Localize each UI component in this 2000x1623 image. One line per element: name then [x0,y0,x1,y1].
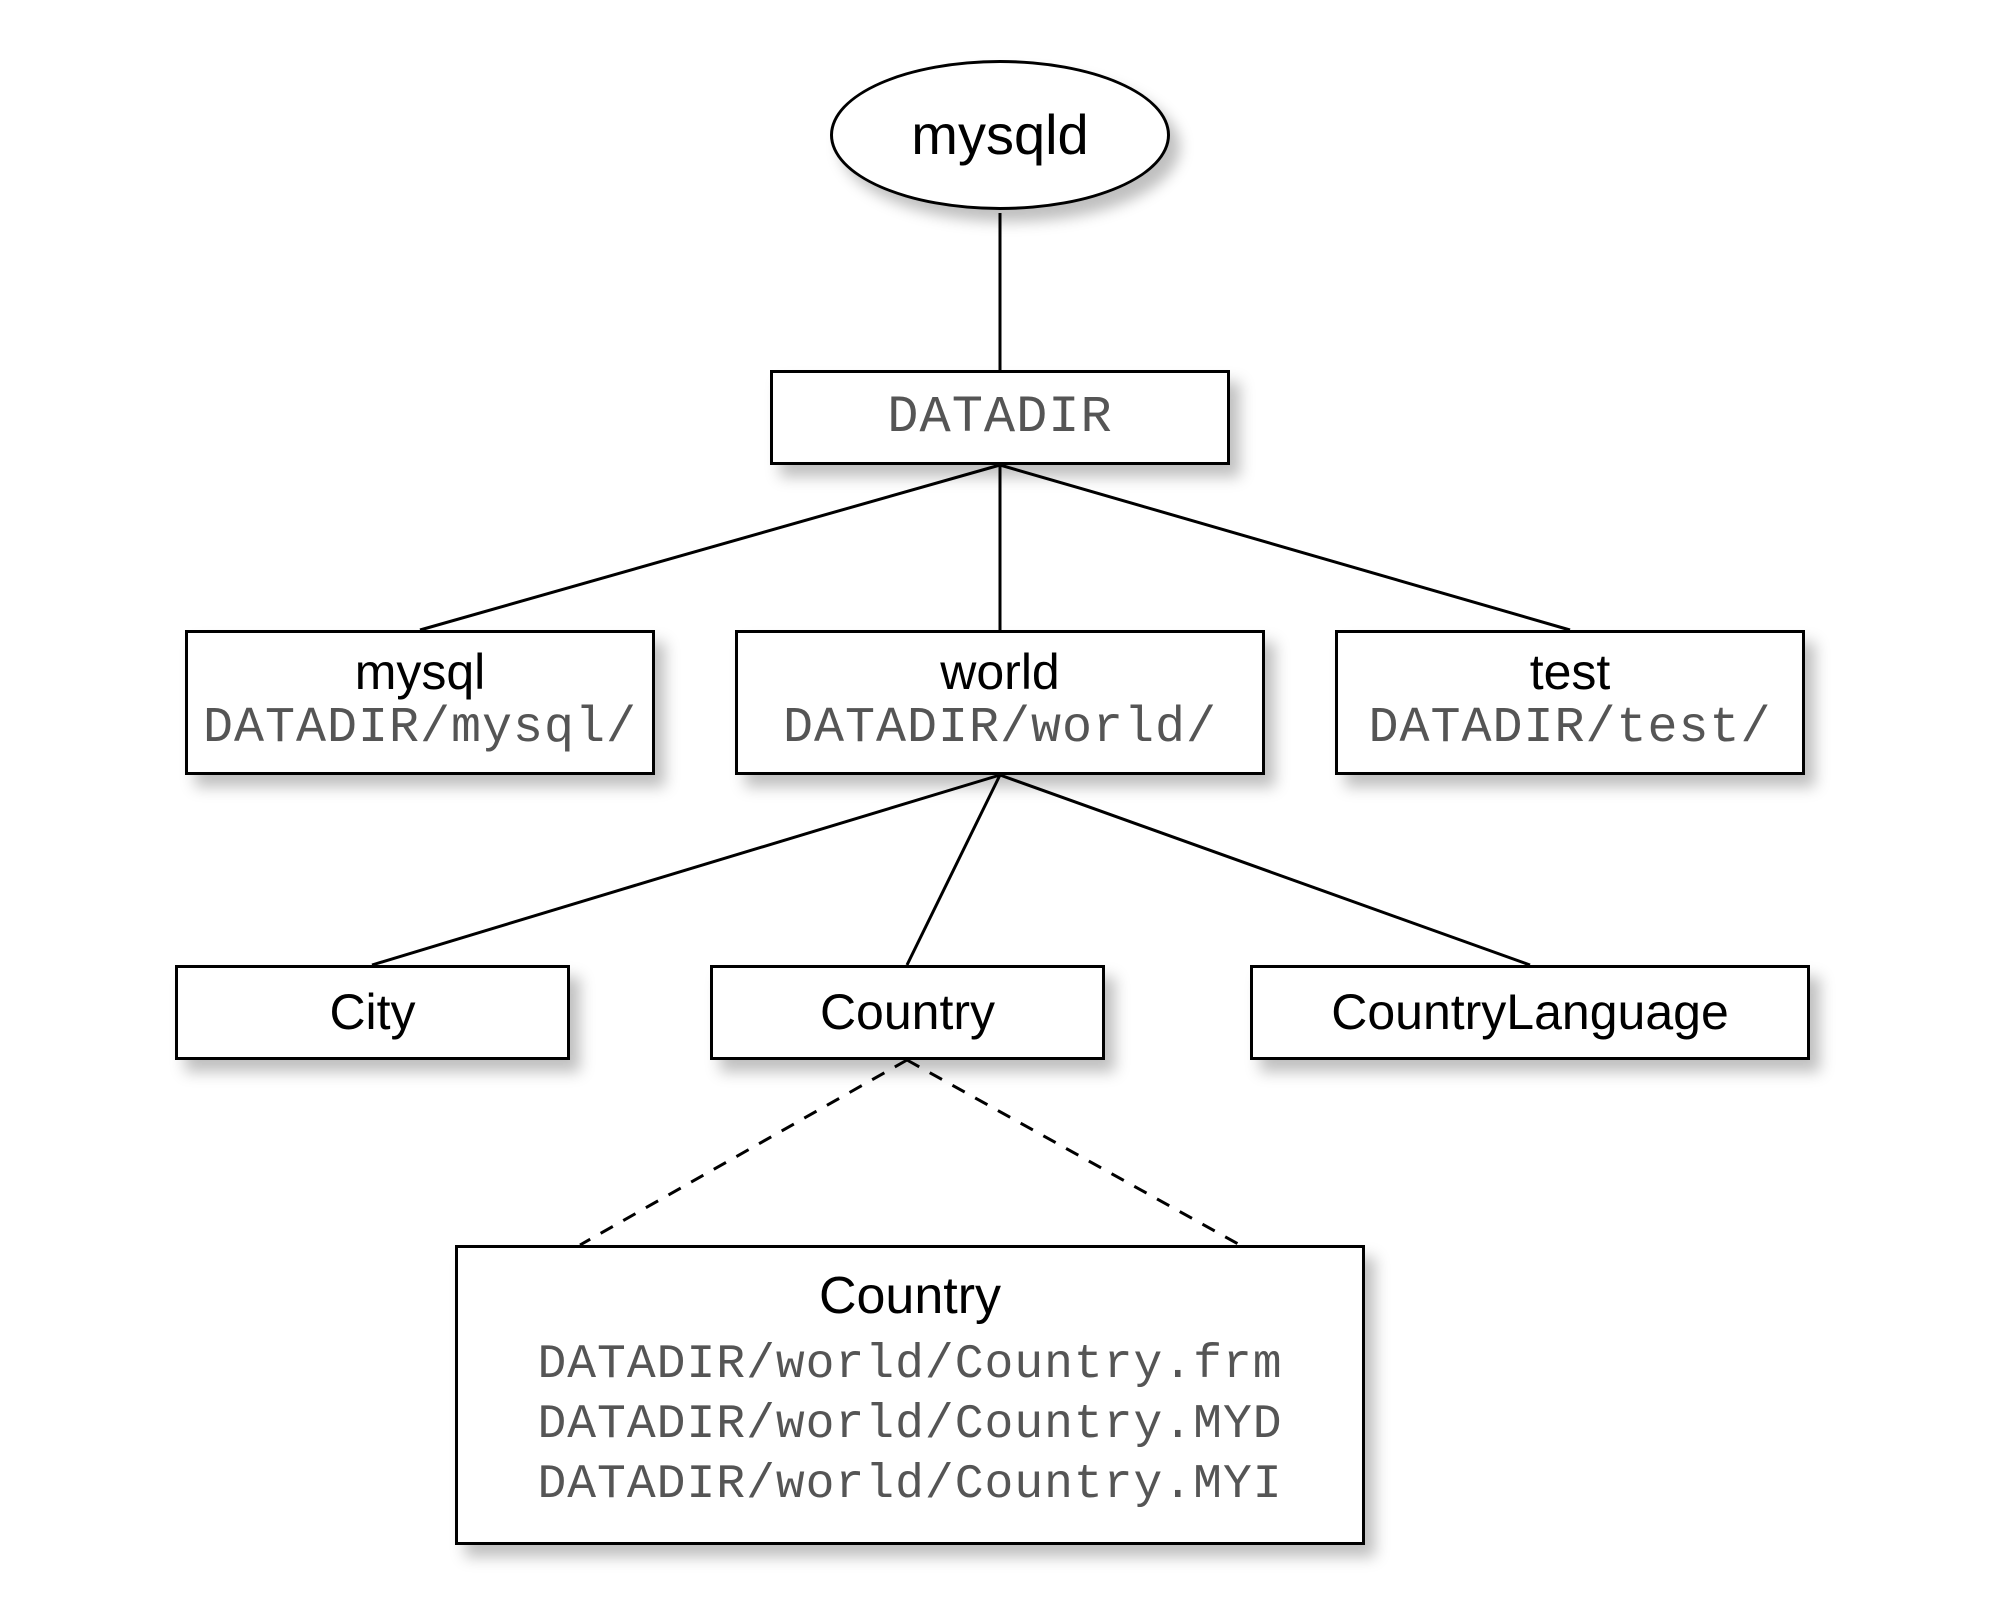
diagram-canvas: mysqld DATADIR mysql DATADIR/mysql/ worl… [0,0,2000,1623]
node-datadir-label: DATADIR [887,388,1112,448]
node-country-files: Country DATADIR/world/Country.frm DATADI… [455,1245,1365,1545]
node-db-mysql: mysql DATADIR/mysql/ [185,630,655,775]
node-table-country: Country [710,965,1105,1060]
node-mysqld-label: mysqld [911,104,1088,166]
node-table-country-label: Country [820,985,995,1040]
country-file-myd: DATADIR/world/Country.MYD [537,1395,1282,1455]
node-db-test-name: test [1338,645,1802,700]
node-mysqld: mysqld [830,60,1170,210]
node-table-countrylanguage: CountryLanguage [1250,965,1810,1060]
node-db-test-path: DATADIR/test/ [1338,700,1802,758]
country-file-myi: DATADIR/world/Country.MYI [537,1455,1282,1515]
country-file-frm: DATADIR/world/Country.frm [537,1335,1282,1395]
node-db-test: test DATADIR/test/ [1335,630,1805,775]
node-table-city-label: City [329,985,415,1040]
node-datadir: DATADIR [770,370,1230,465]
node-db-world-name: world [738,645,1262,700]
node-db-world: world DATADIR/world/ [735,630,1265,775]
node-table-city: City [175,965,570,1060]
node-db-world-path: DATADIR/world/ [738,700,1262,758]
node-db-mysql-path: DATADIR/mysql/ [188,700,652,758]
node-db-mysql-name: mysql [188,645,652,700]
node-table-countrylanguage-label: CountryLanguage [1331,985,1729,1040]
node-country-files-title: Country [488,1268,1332,1325]
